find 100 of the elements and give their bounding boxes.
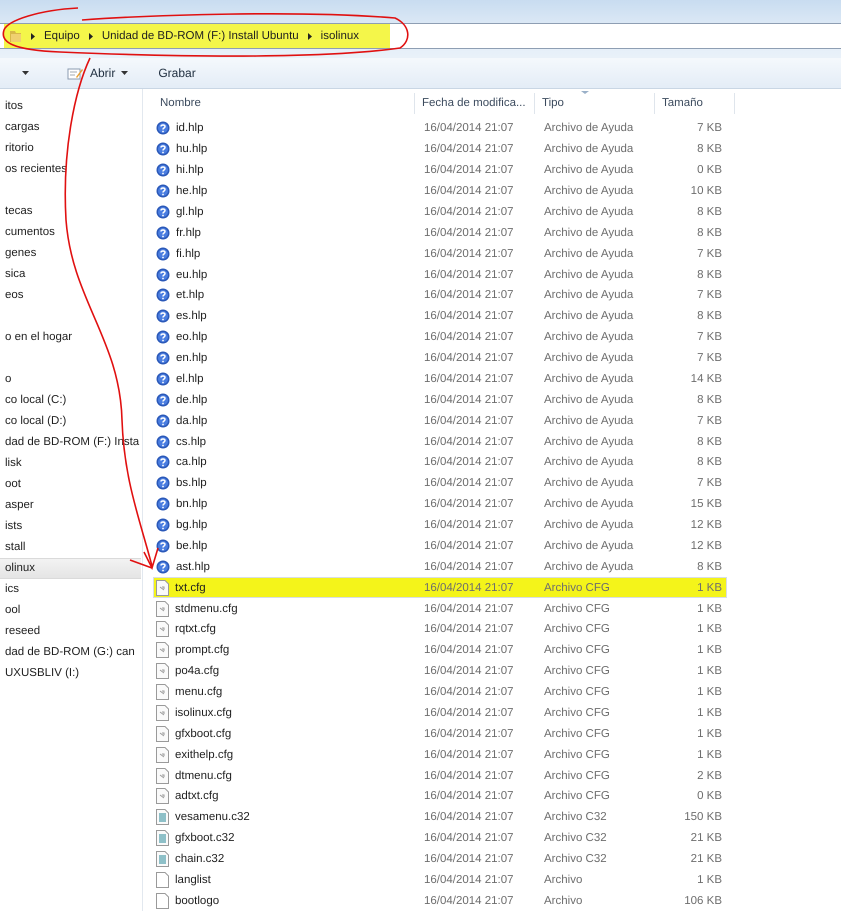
file-row[interactable]: rqtxt.cfg 16/04/2014 21:07 Archivo CFG 1 KB <box>153 619 727 640</box>
date-cell-text: 16/04/2014 21:07 <box>423 748 515 761</box>
sidebar-item[interactable]: cargas <box>0 117 141 138</box>
settings-file-icon <box>156 768 169 784</box>
size-cell-text: 7 KB <box>696 477 722 490</box>
file-row[interactable]: bs.hlp 16/04/2014 21:07 Archivo de Ayuda 7 KB <box>153 472 727 494</box>
file-row[interactable]: ast.hlp 16/04/2014 21:07 Archivo de Ayuda 8 KB <box>153 556 727 578</box>
file-row[interactable]: stdmenu.cfg 16/04/2014 21:07 Archivo CFG 1 KB <box>153 598 727 619</box>
file-row[interactable]: ca.hlp 16/04/2014 21:07 Archivo de Ayuda 8 KB <box>153 452 727 473</box>
help-file-icon <box>156 414 170 428</box>
sidebar-item[interactable]: eos <box>0 285 141 306</box>
file-row[interactable]: fi.hlp 16/04/2014 21:07 Archivo de Ayuda 7 KB <box>153 243 727 264</box>
sidebar-item[interactable]: olinux <box>0 558 141 579</box>
file-row[interactable]: bg.hlp 16/04/2014 21:07 Archivo de Ayuda 12 KB <box>153 514 727 536</box>
file-row[interactable]: be.hlp 16/04/2014 21:07 Archivo de Ayuda 12 KB <box>153 536 727 556</box>
file-row[interactable]: da.hlp 16/04/2014 21:07 Archivo de Ayuda 7 KB <box>153 410 727 432</box>
file-row[interactable]: gl.hlp 16/04/2014 21:07 Archivo de Ayuda 8 KB <box>153 202 727 222</box>
file-row[interactable]: bn.hlp 16/04/2014 21:07 Archivo de Ayuda 15 KB <box>153 494 727 515</box>
sidebar-item[interactable]: oot <box>0 474 141 495</box>
file-name: en.hlp <box>176 352 208 364</box>
type-cell-text: Archivo de Ayuda <box>543 122 634 134</box>
file-row[interactable]: de.hlp 16/04/2014 21:07 Archivo de Ayuda 8 KB <box>153 389 727 410</box>
sidebar-item[interactable]: asper <box>0 495 141 516</box>
sidebar-item[interactable]: reseed <box>0 621 141 642</box>
file-row[interactable]: gfxboot.c32 16/04/2014 21:07 Archivo C32 21 KB <box>153 828 727 849</box>
file-row[interactable]: langlist 16/04/2014 21:07 Archivo 1 KB <box>153 870 727 890</box>
help-file-icon <box>156 246 170 261</box>
file-row[interactable]: prompt.cfg 16/04/2014 21:07 Archivo CFG 1 KB <box>153 640 727 661</box>
file-row[interactable]: dtmenu.cfg 16/04/2014 21:07 Archivo CFG 2 KB <box>153 765 727 786</box>
column-header[interactable]: Nombre <box>153 93 415 114</box>
sidebar-item[interactable]: ics <box>0 579 141 600</box>
file-row[interactable]: id.hlp 16/04/2014 21:07 Archivo de Ayuda 7 KB <box>153 118 727 139</box>
file-row[interactable]: po4a.cfg 16/04/2014 21:07 Archivo CFG 1 KB <box>153 660 727 682</box>
sidebar-item[interactable]: UXUSBLIV (I:) <box>0 663 141 684</box>
file-row[interactable]: chain.c32 16/04/2014 21:07 Archivo C32 21 KB <box>153 848 727 870</box>
sidebar-item[interactable]: o en el hogar <box>0 327 141 348</box>
type-cell-text: Archivo CFG <box>543 748 611 761</box>
date-cell-text: 16/04/2014 21:07 <box>423 811 515 824</box>
sidebar-item[interactable]: itos <box>0 96 141 117</box>
file-row[interactable]: en.hlp 16/04/2014 21:07 Archivo de Ayuda 7 KB <box>153 348 727 368</box>
type-cell-text: Archivo de Ayuda <box>543 372 634 385</box>
sidebar-item[interactable]: dad de BD-ROM (G:) can <box>0 642 141 663</box>
sidebar-item[interactable]: stall <box>0 537 141 558</box>
type-cell-text: Archivo de Ayuda <box>543 226 634 239</box>
sidebar-item[interactable]: ool <box>0 600 141 621</box>
type-cell-text: Archivo de Ayuda <box>543 414 634 427</box>
date-cell-text: 16/04/2014 21:07 <box>423 540 515 552</box>
file-row[interactable]: es.hlp 16/04/2014 21:07 Archivo de Ayuda 8 KB <box>153 306 727 327</box>
file-row[interactable]: el.hlp 16/04/2014 21:07 Archivo de Ayuda 14 KB <box>153 368 727 390</box>
sidebar-item[interactable]: genes <box>0 243 141 264</box>
file-row[interactable]: vesamenu.c32 16/04/2014 21:07 Archivo C32 150 KB <box>153 806 727 828</box>
column-header[interactable]: Tamaño <box>655 93 735 114</box>
column-header[interactable]: Fecha de modifica... <box>415 93 535 114</box>
file-row[interactable]: he.hlp 16/04/2014 21:07 Archivo de Ayuda 10 KB <box>153 180 727 202</box>
file-row[interactable]: gfxboot.cfg 16/04/2014 21:07 Archivo CFG 1 KB <box>153 723 727 744</box>
help-file-icon <box>156 372 170 386</box>
sidebar-item[interactable]: tecas <box>0 201 141 222</box>
sidebar-item[interactable]: cumentos <box>0 222 141 243</box>
sidebar-item[interactable]: sica <box>0 264 141 285</box>
date-cell-text: 16/04/2014 21:07 <box>423 832 515 844</box>
file-row[interactable]: isolinux.cfg 16/04/2014 21:07 Archivo CFG 1 KB <box>153 702 727 724</box>
file-row[interactable]: exithelp.cfg 16/04/2014 21:07 Archivo CFG 1 KB <box>153 744 727 766</box>
date-cell-text: 16/04/2014 21:07 <box>423 394 515 406</box>
sidebar-item[interactable]: co local (C:) <box>0 390 141 411</box>
sidebar-item[interactable]: ritorio <box>0 138 141 159</box>
date-cell-text: 16/04/2014 21:07 <box>423 519 515 532</box>
file-row[interactable]: eu.hlp 16/04/2014 21:07 Archivo de Ayuda 8 KB <box>153 264 727 285</box>
type-cell-text: Archivo de Ayuda <box>543 310 634 322</box>
help-file-icon <box>156 268 170 282</box>
file-row[interactable]: eo.hlp 16/04/2014 21:07 Archivo de Ayuda 7 KB <box>153 326 727 348</box>
settings-file-icon <box>156 746 169 763</box>
date-cell-text: 16/04/2014 21:07 <box>423 226 515 239</box>
breadcrumb[interactable]: Unidad de BD-ROM (F:) Install Ubuntu <box>102 30 299 42</box>
file-row[interactable]: adtxt.cfg 16/04/2014 21:07 Archivo CFG 0 KB <box>153 786 727 807</box>
breadcrumb[interactable]: isolinux <box>320 30 360 42</box>
file-row[interactable]: menu.cfg 16/04/2014 21:07 Archivo CFG 1 KB <box>153 682 727 702</box>
size-cell-text: 21 KB <box>690 853 722 866</box>
open-button[interactable]: Abrir <box>59 63 136 83</box>
size-cell-text: 1 KB <box>696 602 722 615</box>
sidebar-item[interactable]: o <box>0 369 141 390</box>
file-row[interactable]: et.hlp 16/04/2014 21:07 Archivo de Ayuda 7 KB <box>153 285 727 306</box>
sidebar-item[interactable]: co local (D:) <box>0 411 141 432</box>
type-cell-text: Archivo de Ayuda <box>543 206 634 218</box>
file-name: bs.hlp <box>176 477 207 490</box>
help-file-icon <box>156 309 170 324</box>
sidebar-item[interactable]: lisk <box>0 453 141 474</box>
file-name: po4a.cfg <box>175 665 220 678</box>
file-row[interactable]: bootlogo 16/04/2014 21:07 Archivo 106 KB <box>153 890 727 911</box>
file-row[interactable]: hi.hlp 16/04/2014 21:07 Archivo de Ayuda 0 KB <box>153 160 727 181</box>
sidebar-item[interactable]: os recientes <box>0 159 141 180</box>
highlighted-file-row[interactable]: txt.cfg 16/04/2014 21:07 Archivo CFG 1 KB <box>153 577 727 598</box>
burn-button[interactable]: Grabar <box>150 63 204 83</box>
size-cell-text: 8 KB <box>696 310 722 322</box>
file-row[interactable]: fr.hlp 16/04/2014 21:07 Archivo de Ayuda 8 KB <box>153 222 727 244</box>
type-cell-text: Archivo <box>543 894 584 907</box>
sort-arrow-icon <box>581 91 589 94</box>
file-row[interactable]: hu.hlp 16/04/2014 21:07 Archivo de Ayuda 8 KB <box>153 138 727 160</box>
file-row[interactable]: cs.hlp 16/04/2014 21:07 Archivo de Ayuda 8 KB <box>153 431 727 452</box>
sidebar-item[interactable]: ists <box>0 516 141 537</box>
breadcrumb[interactable]: Equipo <box>44 30 80 42</box>
